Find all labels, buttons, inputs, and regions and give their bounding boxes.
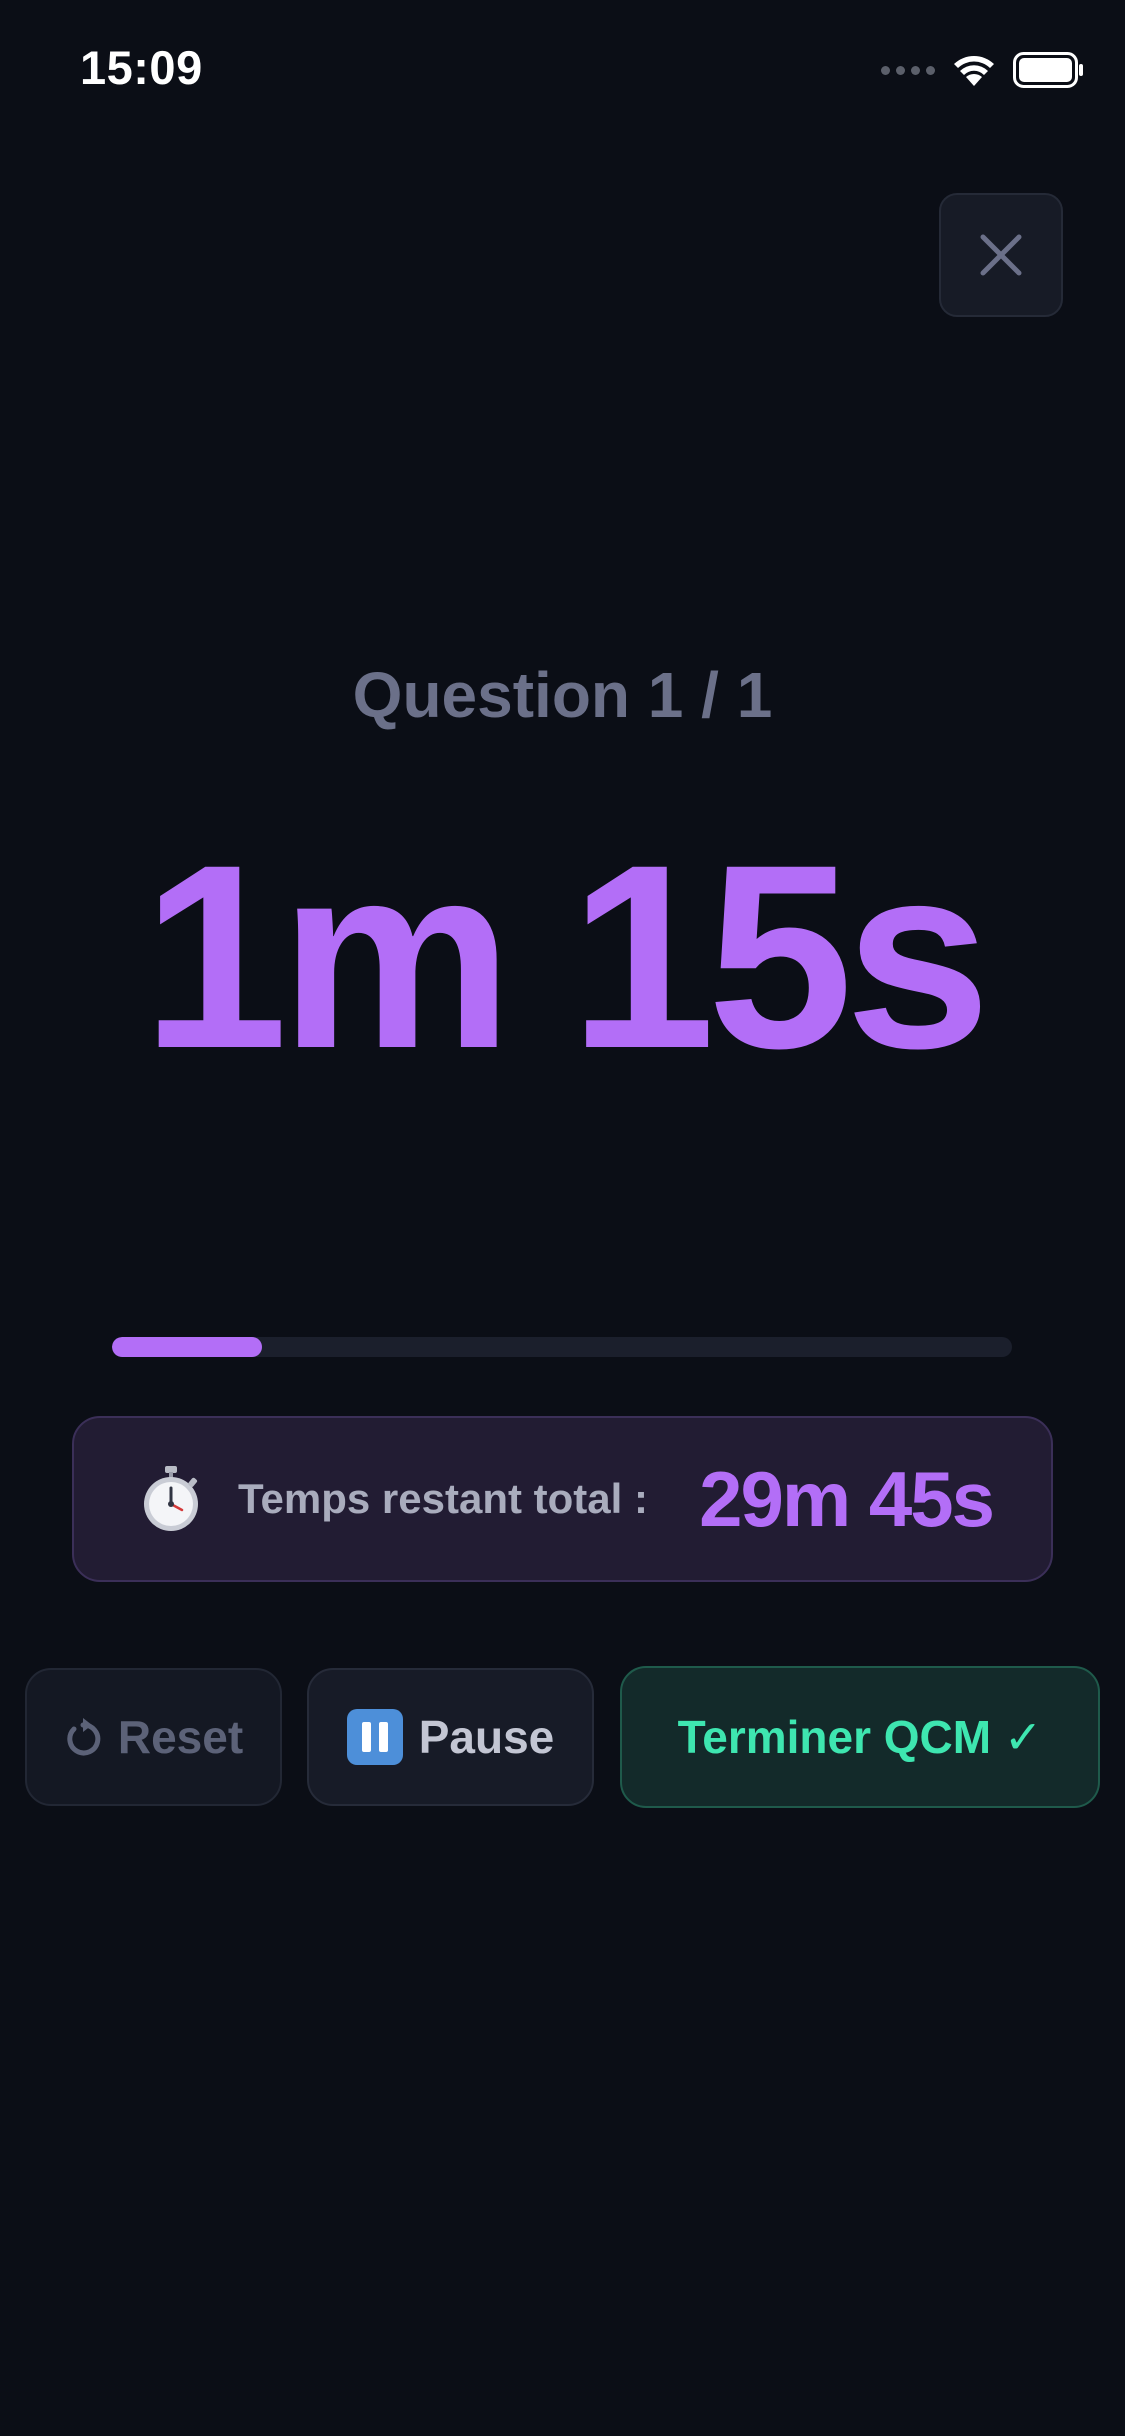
total-time-card: Temps restant total : 29m 45s (72, 1416, 1053, 1582)
question-progress-fill (112, 1337, 263, 1357)
stopwatch-icon (144, 1466, 198, 1531)
status-icons (881, 48, 1085, 92)
status-bar: 15:09 (0, 0, 1125, 140)
reset-icon (67, 1718, 101, 1756)
total-time-label: Temps restant total : (238, 1475, 648, 1522)
status-time: 15:09 (80, 41, 203, 94)
pause-label: Pause (418, 1711, 555, 1763)
reset-button[interactable]: Reset (25, 1668, 282, 1806)
question-progress-bar (112, 1337, 1012, 1357)
reset-label: Reset (117, 1711, 244, 1763)
battery-icon (1013, 52, 1083, 88)
close-button[interactable] (939, 193, 1063, 317)
question-timer: 1m 15s (142, 810, 991, 1103)
close-icon (980, 234, 1022, 276)
finish-quiz-label: Terminer QCM ✓ (677, 1711, 1043, 1763)
finish-quiz-button[interactable]: Terminer QCM ✓ (620, 1666, 1100, 1808)
timer-screen: 15:09 Question 1 / 1 1m 15s Temps restan… (0, 0, 1125, 2436)
total-time-value: 29m 45s (699, 1455, 995, 1543)
question-counter: Question 1 / 1 (352, 659, 773, 731)
cellular-signal-icon (881, 65, 935, 75)
wifi-icon (954, 56, 994, 86)
pause-button[interactable]: Pause (307, 1668, 594, 1806)
pause-icon (346, 1709, 403, 1765)
